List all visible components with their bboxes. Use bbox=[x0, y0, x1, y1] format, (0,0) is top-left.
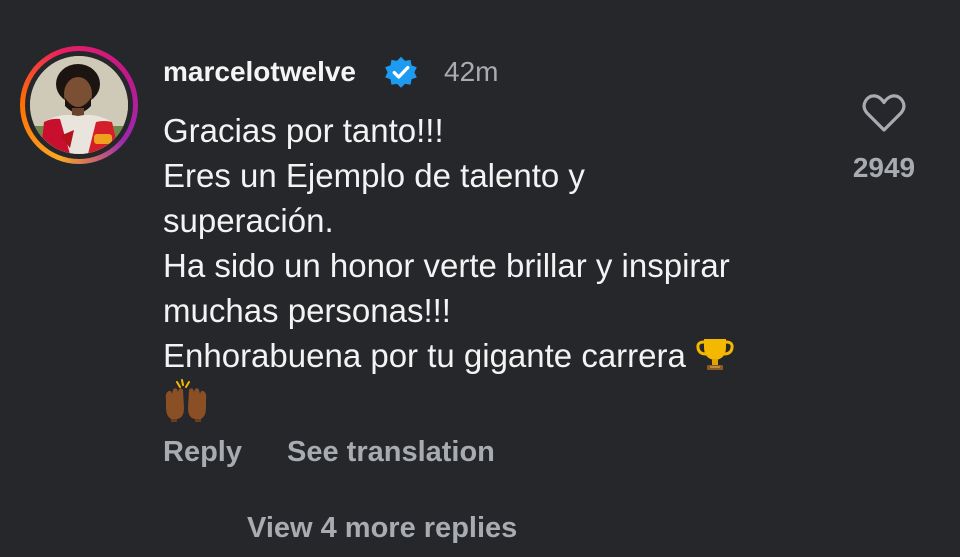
reply-button[interactable]: Reply bbox=[163, 436, 242, 469]
heart-icon[interactable] bbox=[862, 93, 906, 133]
comment-line: muchas personas!!! bbox=[163, 292, 451, 329]
comment-line: Eres un Ejemplo de talento y bbox=[163, 157, 585, 194]
comment-line: Ha sido un honor verte brillar y inspira… bbox=[163, 247, 730, 284]
comment-emoji-line bbox=[163, 378, 843, 423]
avatar-story-ring[interactable] bbox=[20, 46, 138, 164]
see-translation-button[interactable]: See translation bbox=[287, 436, 495, 469]
comment-username[interactable]: marcelotwelve bbox=[163, 56, 356, 88]
comment-line: Enhorabuena por tu gigante carrera bbox=[163, 337, 686, 374]
avatar[interactable] bbox=[30, 56, 128, 154]
comment-timestamp: 42m bbox=[444, 56, 499, 87]
verified-badge-icon bbox=[385, 56, 417, 88]
view-more-replies-button[interactable]: View 4 more replies bbox=[247, 512, 517, 545]
raising-hands-icon bbox=[165, 379, 207, 422]
comment-text: Gracias por tanto!!! Eres un Ejemplo de … bbox=[163, 108, 843, 423]
comment-line-last: Enhorabuena por tu gigante carrera bbox=[163, 333, 843, 378]
avatar-photo bbox=[30, 56, 128, 154]
trophy-icon bbox=[696, 339, 734, 370]
like-count: 2949 bbox=[852, 152, 916, 183]
comment-line: Gracias por tanto!!! bbox=[163, 112, 444, 149]
comment-line: superación. bbox=[163, 202, 334, 239]
